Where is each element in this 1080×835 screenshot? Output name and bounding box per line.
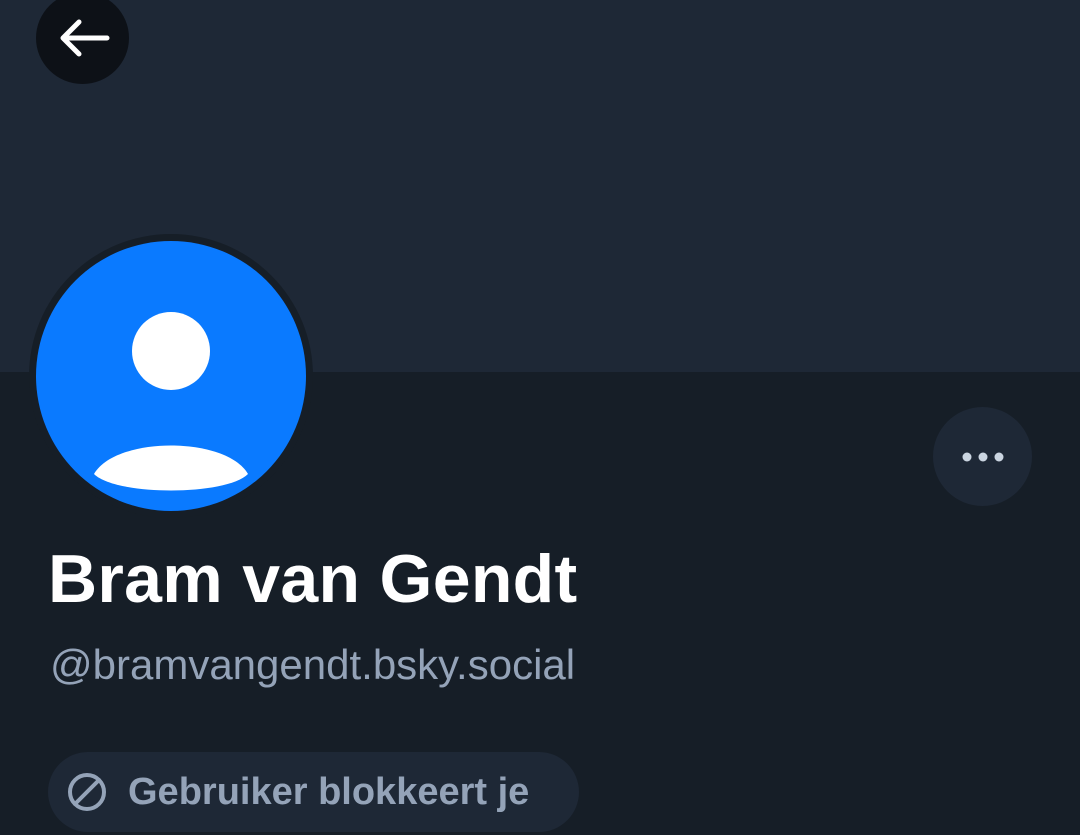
profile-screen: Bram van Gendt @bramvangendt.bsky.social… xyxy=(0,0,1080,835)
default-user-avatar-icon xyxy=(94,312,248,491)
ellipsis-icon xyxy=(962,452,1003,461)
more-options-button[interactable] xyxy=(933,407,1032,506)
blocked-status-badge: Gebruiker blokkeert je xyxy=(48,752,579,832)
block-circle-icon xyxy=(66,771,108,813)
arrow-left-icon xyxy=(60,19,109,57)
profile-display-name: Bram van Gendt xyxy=(48,541,578,617)
blocked-status-label: Gebruiker blokkeert je xyxy=(128,771,530,813)
avatar[interactable] xyxy=(29,234,313,518)
avatar-image xyxy=(36,241,306,511)
profile-handle: @bramvangendt.bsky.social xyxy=(50,641,576,688)
